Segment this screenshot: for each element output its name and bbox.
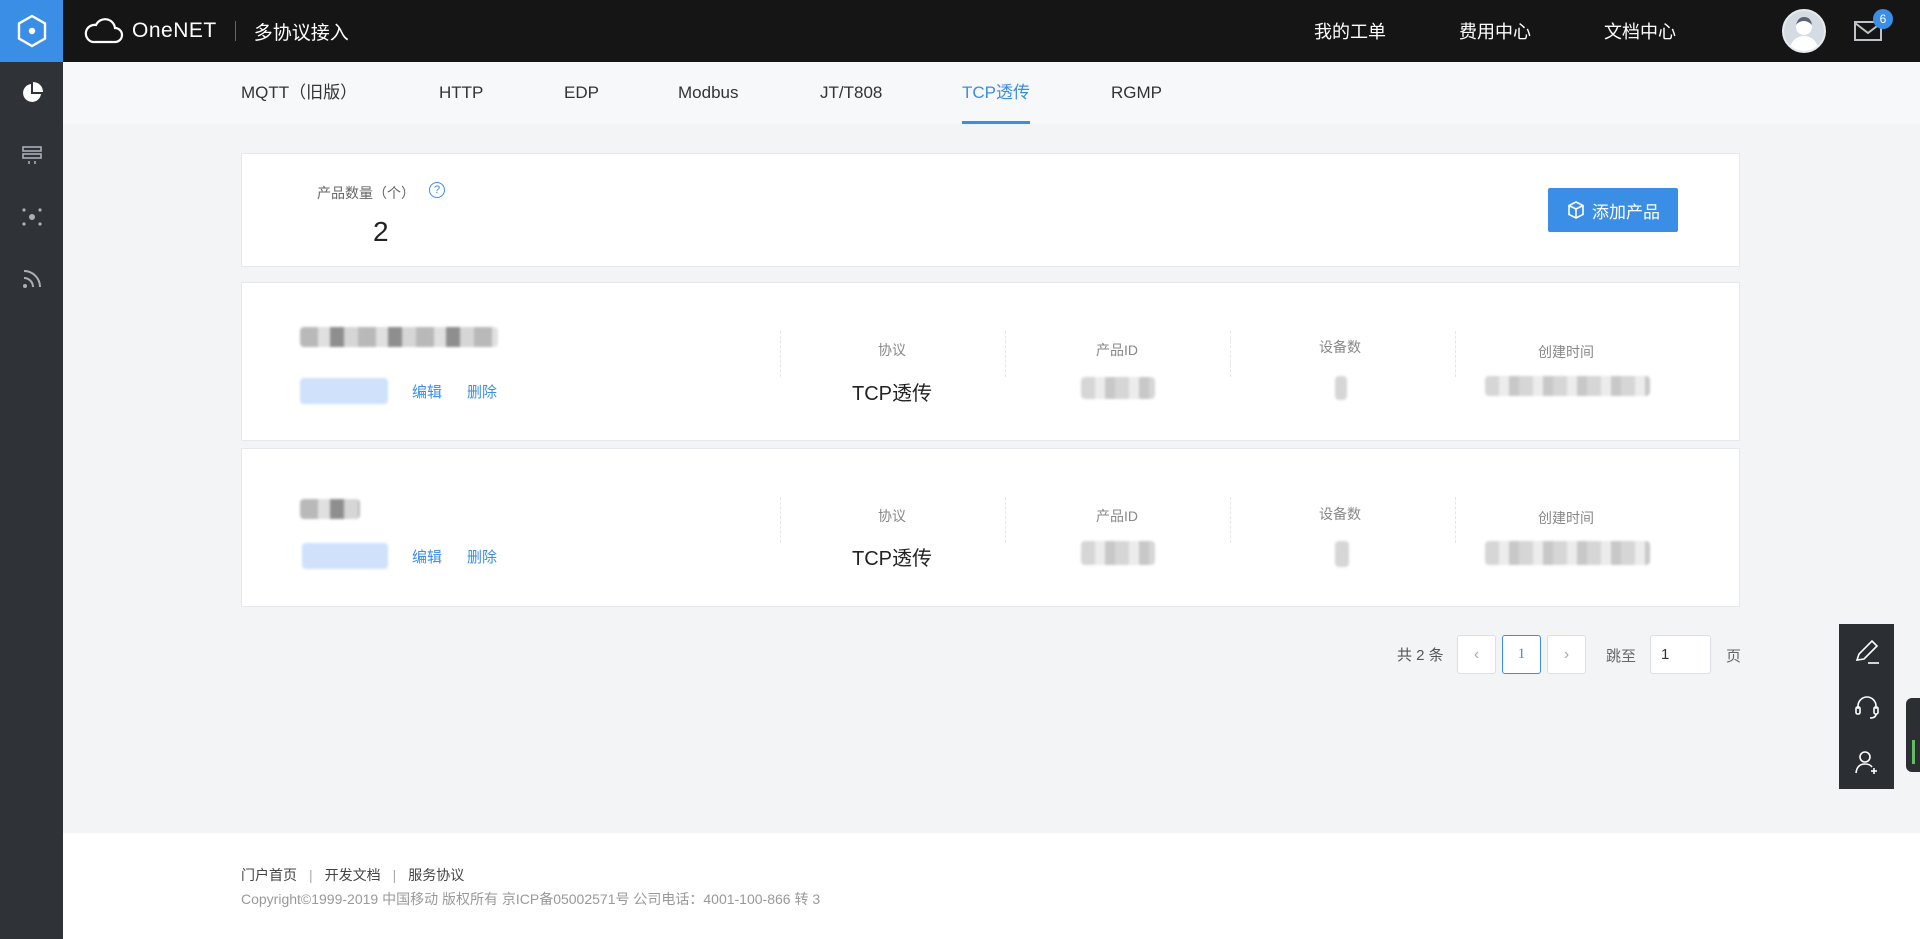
protocol-label: 协议: [878, 508, 906, 524]
protocol-tab-bar: MQTT（旧版） HTTP EDP Modbus JT/T808 TCP透传 R…: [63, 62, 1920, 124]
headset-icon: [1854, 695, 1879, 719]
column-divider: [1230, 497, 1231, 543]
tab-mqtt-legacy[interactable]: MQTT（旧版）: [241, 62, 357, 124]
side-widget-handle[interactable]: [1906, 698, 1920, 772]
footer-link-service-agreement[interactable]: 服务协议: [408, 865, 464, 885]
product-summary-card: 产品数量（个） ? 2 添加产品: [241, 153, 1740, 267]
tab-tcp-passthrough[interactable]: TCP透传: [962, 62, 1030, 124]
footer-link-portal-home[interactable]: 门户首页: [241, 865, 297, 885]
hexagon-logo-icon: [17, 14, 46, 48]
cloud-logo-icon: [84, 18, 124, 44]
sidebar-item-network[interactable]: [0, 186, 63, 248]
cube-icon: [1568, 201, 1584, 219]
pagination-total: 共 2 条: [1397, 647, 1444, 664]
product-id-redacted: [1081, 541, 1155, 565]
product-card: 编辑 删除 协议 TCP透传 产品ID 设备数 创建时间: [241, 282, 1740, 441]
protocol-value: TCP透传: [852, 383, 932, 405]
tab-rgmp[interactable]: RGMP: [1111, 62, 1162, 124]
column-divider: [780, 497, 781, 543]
column-divider: [1005, 497, 1006, 543]
page-1-button[interactable]: 1: [1502, 635, 1541, 674]
floating-toolbar: [1839, 624, 1894, 789]
footer-separator: |: [392, 867, 397, 883]
product-tag-redacted: [300, 378, 388, 404]
edit-pen-icon: [1855, 639, 1879, 664]
footer: 门户首页 | 开发文档 | 服务协议 Copyright©1999-2019 中…: [63, 833, 1920, 939]
next-page-button[interactable]: ›: [1547, 635, 1586, 674]
product-name-redacted[interactable]: [300, 327, 498, 347]
customer-service-button[interactable]: [1839, 679, 1894, 734]
sidebar-item-feeds[interactable]: [0, 248, 63, 310]
brand-divider: [234, 21, 236, 41]
created-time-label: 创建时间: [1538, 344, 1594, 360]
tab-http[interactable]: HTTP: [439, 62, 483, 124]
top-bar: OneNET 多协议接入 我的工单 费用中心 文档中心 6: [0, 0, 1920, 62]
created-time-redacted: [1485, 541, 1650, 565]
footer-links: 门户首页 | 开发文档 | 服务协议: [241, 865, 464, 885]
network-nodes-icon: [21, 208, 42, 226]
brand-name: OneNET: [132, 19, 217, 42]
widget-level-indicator: [1912, 740, 1915, 764]
tab-jtt808[interactable]: JT/T808: [820, 62, 882, 124]
device-count-label: 设备数: [1319, 339, 1361, 355]
product-card: 编辑 删除 协议 TCP透传 产品ID 设备数 创建时间: [241, 448, 1740, 607]
feedback-button[interactable]: [1839, 624, 1894, 679]
protocol-label: 协议: [878, 342, 906, 358]
nav-docs-center[interactable]: 文档中心: [1604, 0, 1676, 62]
column-divider: [1230, 331, 1231, 377]
product-id-label: 产品ID: [1096, 342, 1138, 358]
device-list-icon: [21, 146, 42, 164]
brand-subtitle: 多协议接入: [253, 22, 349, 44]
column-divider: [1005, 331, 1006, 377]
created-time-label: 创建时间: [1538, 510, 1594, 526]
created-time-redacted: [1485, 376, 1650, 396]
nav-my-tickets[interactable]: 我的工单: [1314, 0, 1386, 62]
jump-to-label: 跳至: [1606, 648, 1637, 665]
footer-link-dev-docs[interactable]: 开发文档: [325, 865, 381, 885]
tab-modbus[interactable]: Modbus: [678, 62, 738, 124]
add-user-icon: [1854, 750, 1877, 774]
add-product-label: 添加产品: [1592, 202, 1660, 222]
footer-separator: |: [309, 867, 313, 883]
product-id-label: 产品ID: [1096, 508, 1138, 524]
brand[interactable]: OneNET 多协议接入: [84, 0, 349, 62]
device-count-label: 设备数: [1319, 506, 1361, 522]
device-count-redacted: [1335, 541, 1349, 567]
dashboard-pie-icon: [22, 82, 43, 102]
product-count-value: 2: [373, 216, 389, 247]
help-icon[interactable]: ?: [429, 182, 445, 198]
nav-billing-center[interactable]: 费用中心: [1459, 0, 1531, 62]
left-sidebar: [0, 62, 63, 939]
tab-edp[interactable]: EDP: [564, 62, 599, 124]
edit-link[interactable]: 编辑: [412, 381, 442, 402]
column-divider: [1455, 497, 1456, 543]
device-count-redacted: [1335, 376, 1347, 400]
sidebar-item-dashboard[interactable]: [0, 62, 63, 124]
page-unit-label: 页: [1726, 648, 1742, 665]
edit-link[interactable]: 编辑: [412, 546, 442, 567]
delete-link[interactable]: 删除: [467, 546, 497, 567]
app-logo[interactable]: [0, 0, 63, 62]
product-name-redacted[interactable]: [300, 499, 360, 519]
avatar[interactable]: [1782, 9, 1826, 53]
add-product-button[interactable]: 添加产品: [1548, 188, 1678, 232]
jump-page-input[interactable]: [1650, 635, 1711, 674]
column-divider: [780, 331, 781, 377]
copyright-text: Copyright©1999-2019 中国移动 版权所有 京ICP备05002…: [241, 891, 821, 907]
protocol-value: TCP透传: [852, 548, 932, 570]
user-avatar-icon: [1789, 17, 1819, 51]
feed-signal-icon: [22, 270, 41, 288]
column-divider: [1455, 331, 1456, 377]
sidebar-item-devices[interactable]: [0, 124, 63, 186]
product-count-label: 产品数量（个）: [317, 185, 415, 201]
product-tag-redacted: [302, 543, 388, 569]
delete-link[interactable]: 删除: [467, 381, 497, 402]
add-contact-button[interactable]: [1839, 734, 1894, 789]
mail-badge: 6: [1873, 9, 1893, 29]
product-id-redacted: [1081, 377, 1155, 399]
prev-page-button[interactable]: ‹: [1457, 635, 1496, 674]
